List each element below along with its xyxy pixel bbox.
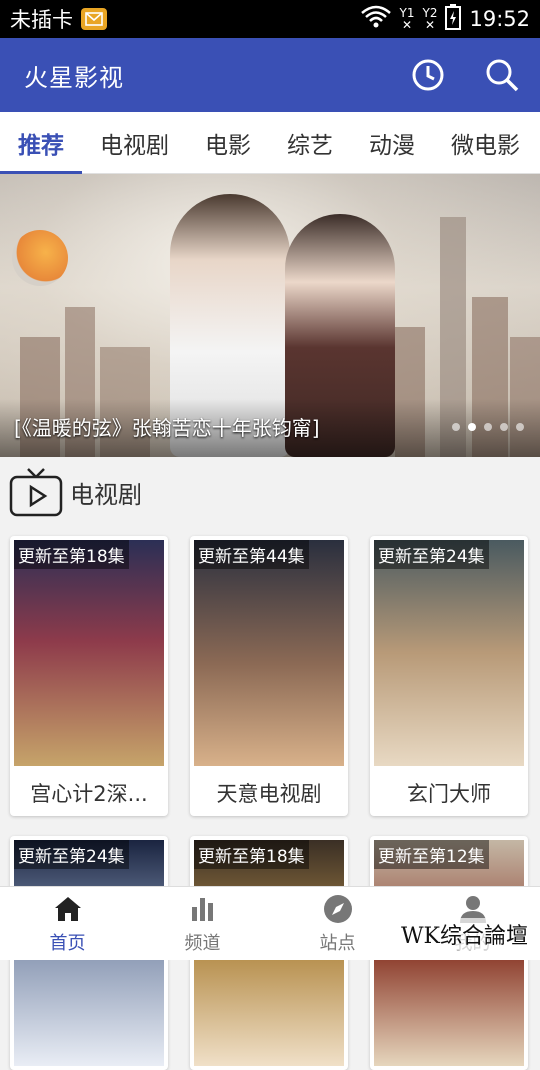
app-bar: 火星影视 xyxy=(0,38,540,112)
app-title: 火星影视 xyxy=(24,63,124,92)
mail-notification-icon xyxy=(81,8,107,30)
tab-movies[interactable]: 电影 xyxy=(187,112,269,174)
episode-badge: 更新至第12集 xyxy=(374,840,489,869)
episode-badge: 更新至第24集 xyxy=(374,540,489,569)
carousel-dot xyxy=(500,423,508,431)
tv-card[interactable]: 更新至第24集 玄门大师 xyxy=(370,536,528,816)
nav-channels[interactable]: 频道 xyxy=(135,887,270,960)
bar-chart-icon xyxy=(191,897,213,921)
carousel-dot xyxy=(484,423,492,431)
episode-badge: 更新至第18集 xyxy=(194,840,309,869)
tab-recommend[interactable]: 推荐 xyxy=(0,112,82,174)
clock-time: 19:52 xyxy=(469,7,530,31)
episode-badge: 更新至第44集 xyxy=(194,540,309,569)
wifi-icon xyxy=(360,5,392,34)
carousel-dot xyxy=(516,423,524,431)
card-title: 玄门大师 xyxy=(407,782,491,806)
card-title: 天意电视剧 xyxy=(216,782,322,806)
section-title: 电视剧 xyxy=(70,480,142,509)
tab-tv-series[interactable]: 电视剧 xyxy=(82,112,187,174)
poster-image: 更新至第44集 xyxy=(194,540,344,766)
episode-badge: 更新至第24集 xyxy=(14,840,129,869)
section-header-tv: 电视剧 xyxy=(0,462,540,522)
channel-logo xyxy=(12,230,68,286)
carousel-dot xyxy=(468,423,476,431)
history-icon[interactable] xyxy=(410,57,446,93)
compass-icon xyxy=(323,894,352,923)
tv-card[interactable]: 更新至第18集 宫心计2深... xyxy=(10,536,168,816)
poster-image: 更新至第18集 xyxy=(14,540,164,766)
status-bar: 未插卡 Y1 ✕ Y2 ✕ 19:52 xyxy=(0,0,540,38)
tv-icon xyxy=(8,465,64,519)
nav-sites[interactable]: 站点 xyxy=(270,887,405,960)
banner-caption: [《温暖的弦》张翰苦恋十年张钧甯] xyxy=(14,416,320,440)
sim1-signal-icon: Y1 ✕ xyxy=(399,6,415,32)
tab-anime[interactable]: 动漫 xyxy=(351,112,433,174)
search-icon[interactable] xyxy=(484,57,520,93)
home-icon xyxy=(54,896,81,921)
category-tabs: 推荐 电视剧 电影 综艺 动漫 微电影 xyxy=(0,112,540,174)
carrier-label: 未插卡 xyxy=(10,8,73,32)
poster-image: 更新至第24集 xyxy=(374,540,524,766)
tab-variety[interactable]: 综艺 xyxy=(269,112,351,174)
episode-badge: 更新至第18集 xyxy=(14,540,129,569)
tv-card[interactable]: 更新至第44集 天意电视剧 xyxy=(190,536,348,816)
battery-icon xyxy=(445,3,462,35)
tab-micro-film[interactable]: 微电影 xyxy=(433,112,538,174)
card-title: 宫心计2深... xyxy=(30,782,148,806)
nav-home[interactable]: 首页 xyxy=(0,887,135,960)
sim2-signal-icon: Y2 ✕ xyxy=(422,6,438,32)
watermark-text: WK综合論壇 xyxy=(398,918,530,950)
carousel-indicator xyxy=(452,423,524,431)
carousel-dot xyxy=(452,423,460,431)
featured-banner[interactable]: [《温暖的弦》张翰苦恋十年张钧甯] xyxy=(0,174,540,457)
